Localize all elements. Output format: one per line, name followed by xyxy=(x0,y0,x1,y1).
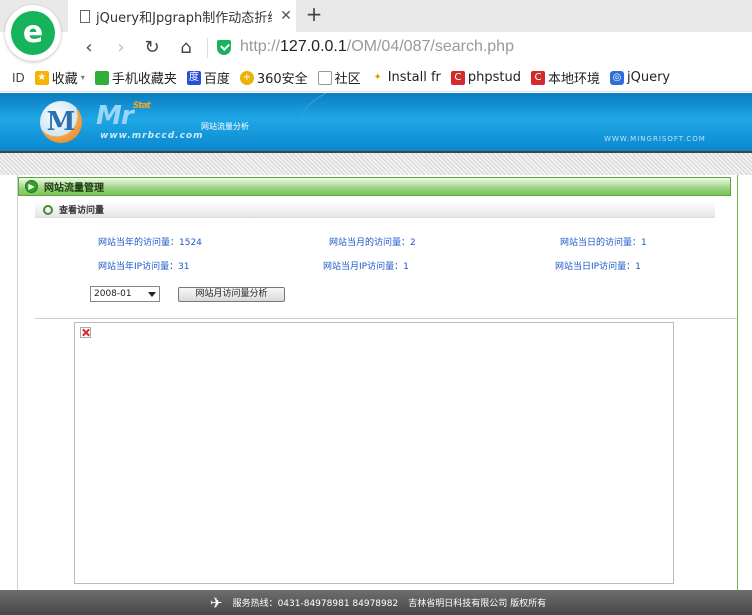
stat-year-pv: 网站当年的访问量：1524 xyxy=(98,238,202,248)
sidebar-toggle-icon[interactable]: ID xyxy=(12,71,25,85)
tab-title: jQuery和Jpgraph制作动态折线图 xyxy=(96,10,272,26)
subsection-title: 查看访问量 xyxy=(59,206,105,216)
browser-logo-icon[interactable]: e xyxy=(5,5,61,61)
url-host: 127.0.0.1 xyxy=(280,38,347,55)
stat-month-ip: 网站当月IP访问量：1 xyxy=(323,262,409,272)
chevron-down-icon: ▾ xyxy=(80,73,85,82)
stat-year-ip: 网站当年IP访问量：31 xyxy=(98,262,190,272)
bookmark-360[interactable]: +360安全 xyxy=(239,68,308,87)
forward-button[interactable]: › xyxy=(110,37,132,59)
shield-icon[interactable] xyxy=(217,40,231,55)
search-icon xyxy=(43,204,53,215)
phone-icon xyxy=(94,70,109,85)
page-icon xyxy=(317,70,332,85)
subsection-header: 查看访问量 xyxy=(35,202,715,218)
bookmark-baidu[interactable]: 度百度 xyxy=(186,68,230,87)
phpstudy-icon: C xyxy=(450,70,465,85)
chevron-down-icon xyxy=(148,292,156,297)
url-path: /OM/04/087/search.php xyxy=(346,38,514,55)
page-icon xyxy=(80,9,90,23)
close-tab-icon[interactable]: ✕ xyxy=(278,8,294,24)
bookmark-install[interactable]: ✦ Install fr xyxy=(370,70,441,85)
chart-frame xyxy=(74,322,674,584)
footer-hotline: 服务热线：0431-84978981 84978982 xyxy=(232,599,399,609)
section-title: 网站流量管理 xyxy=(44,183,104,194)
plane-icon: ✈ xyxy=(210,593,223,612)
stat-day-pv: 网站当日的访问量：1 xyxy=(560,238,647,248)
reload-button[interactable]: ↻ xyxy=(141,37,163,59)
bookmark-favorites[interactable]: ★ 收藏 ▾ xyxy=(34,68,85,87)
bookmark-community[interactable]: 社区 xyxy=(317,68,361,87)
wand-icon: ✦ xyxy=(370,70,385,85)
mr-logo-icon: M xyxy=(40,101,82,143)
site-footer: ✈ 服务热线：0431-84978981 84978982 吉林省明日科技有限公… xyxy=(0,590,752,615)
content-divider xyxy=(35,318,737,319)
main-content: ▶ 网站流量管理 查看访问量 网站当年的访问量：1524 网站当月的访问量：2 … xyxy=(17,175,738,590)
bookmark-phpstudy[interactable]: Cphpstud xyxy=(450,70,521,85)
bookmarks-bar: ID ★ 收藏 ▾ 手机收藏夹 度百度 +360安全 社区 ✦ Install fr … xyxy=(0,64,752,92)
stat-month-pv: 网站当月的访问量：2 xyxy=(329,238,416,248)
address-bar[interactable]: http://127.0.0.1/OM/04/087/search.php xyxy=(240,38,514,56)
tab-strip: jQuery和Jpgraph制作动态折线图 ✕ + xyxy=(0,0,752,32)
broken-image-icon xyxy=(80,327,91,338)
phpstudy-icon: C xyxy=(530,70,545,85)
section-header: ▶ 网站流量管理 xyxy=(18,177,731,196)
decorative-stripe xyxy=(0,151,752,175)
bookmark-mobile-favorites[interactable]: 手机收藏夹 xyxy=(94,68,177,87)
new-tab-button[interactable]: + xyxy=(303,4,325,26)
address-separator xyxy=(207,38,208,58)
banner-company-url: WWW.MINGRISOFT.COM xyxy=(604,135,706,143)
footer-copyright: 吉林省明日科技有限公司 版权所有 xyxy=(408,599,547,609)
month-select[interactable]: 2008-01 xyxy=(90,286,160,302)
banner-tagline: 网站流量分析 xyxy=(201,122,249,131)
month-select-value: 2008-01 xyxy=(94,289,132,299)
navigation-bar: ‹ › ↻ ⌂ http://127.0.0.1/OM/04/087/searc… xyxy=(0,32,752,64)
banner-site-url: www.mrbccd.com xyxy=(100,131,204,141)
stat-day-ip: 网站当日IP访问量：1 xyxy=(555,262,641,272)
baidu-icon: 度 xyxy=(186,70,201,85)
back-button[interactable]: ‹ xyxy=(78,37,100,59)
bookmark-local-env[interactable]: C 本地环境 xyxy=(530,68,600,87)
360-icon: + xyxy=(239,70,254,85)
site-banner: M Mr Stat 网站流量分析 www.mrbccd.com WWW.MING… xyxy=(0,93,752,151)
bookmark-jquery[interactable]: ◎ jQuery xyxy=(610,70,670,85)
url-scheme: http:// xyxy=(240,38,281,55)
arrow-right-icon: ▶ xyxy=(25,180,38,193)
star-icon: ★ xyxy=(34,70,49,85)
jquery-icon: ◎ xyxy=(610,70,624,85)
active-tab[interactable]: jQuery和Jpgraph制作动态折线图 ✕ xyxy=(68,0,296,32)
brand-name: Mr Stat xyxy=(96,101,151,131)
monthly-analysis-button[interactable]: 网站月访问量分析 xyxy=(178,287,285,302)
home-button[interactable]: ⌂ xyxy=(175,37,197,59)
